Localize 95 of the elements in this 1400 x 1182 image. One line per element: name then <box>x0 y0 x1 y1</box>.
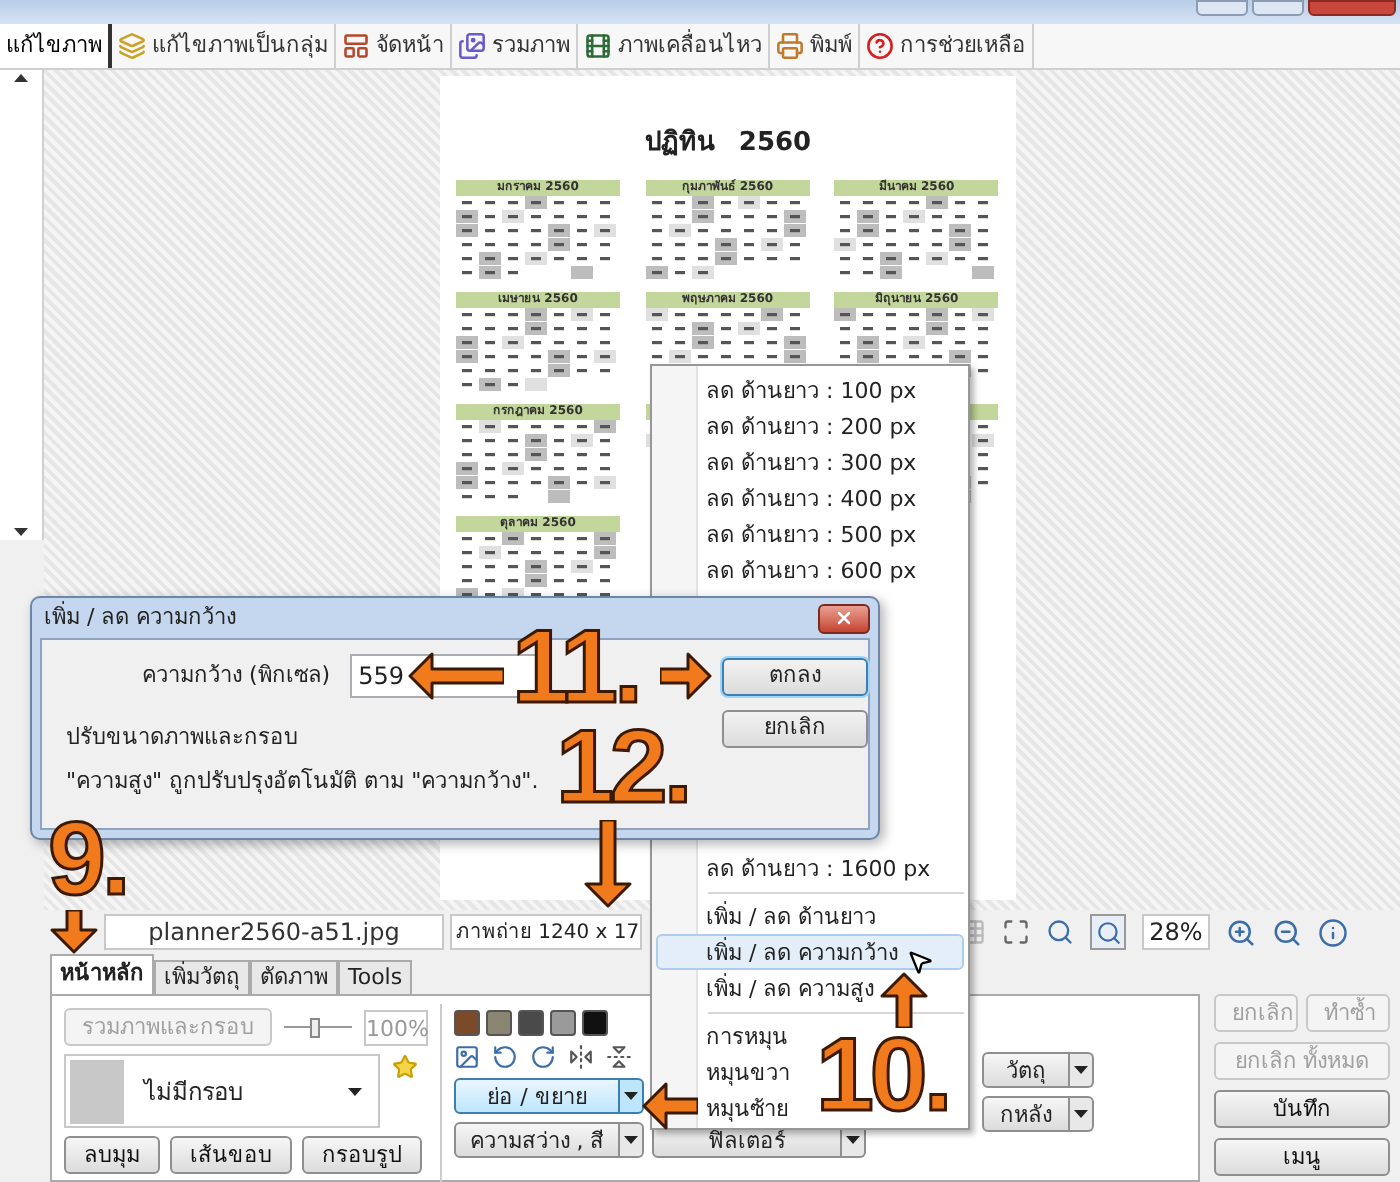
menu-item[interactable]: หมุนซ้าย <box>700 1090 790 1126</box>
help-icon <box>866 32 894 60</box>
menu-item[interactable]: เพิ่ม / ลด ความกว้าง <box>656 934 964 970</box>
menu-item[interactable]: เพิ่ม / ลด ด้านยาว <box>700 898 879 934</box>
brightness-button[interactable]: ความสว่าง , สี <box>454 1122 620 1158</box>
arrow <box>642 1082 698 1130</box>
caret-icon <box>1074 1110 1088 1118</box>
zoom-in-icon[interactable] <box>1226 917 1256 947</box>
tab[interactable]: รวมภาพ <box>452 24 578 68</box>
color-swatch[interactable] <box>550 1010 576 1036</box>
frame-thumbnail <box>70 1059 124 1123</box>
dropdown-button[interactable] <box>620 1122 644 1158</box>
menu-item[interactable]: ลด ด้านยาว : 100 px <box>700 372 919 408</box>
object-button[interactable]: วัตถุ <box>982 1052 1070 1088</box>
slider-thumb[interactable] <box>310 1017 321 1037</box>
color-swatch[interactable] <box>518 1010 544 1036</box>
zoom-out-icon[interactable] <box>1272 917 1302 947</box>
filename-field: planner2560-a51.jpg <box>104 914 444 950</box>
image-info: ภาพถ่าย 1240 x 17 <box>450 914 642 950</box>
zoom-field[interactable]: 28% <box>1142 914 1210 950</box>
dialog-note: "ความสูง" ถูกปรับปรุงอัตโนมัติ ตาม "ความกว้าง". <box>66 765 539 798</box>
info-icon[interactable] <box>1318 917 1348 947</box>
calendar-year: 2560 <box>738 126 812 162</box>
step-number: 10. <box>816 1024 949 1128</box>
action-button[interactable]: บันทึก <box>1214 1090 1390 1128</box>
menu-item[interactable]: ลด ด้านยาว : 1600 px <box>700 850 933 886</box>
dialog-title: เพิ่ม / ลด ความกว้าง <box>44 601 237 634</box>
tab[interactable]: ภาพเคลื่อนไหว <box>578 24 770 68</box>
frame-option-button[interactable]: ลบมุม <box>64 1136 160 1174</box>
flip-vertical-icon[interactable] <box>606 1044 632 1070</box>
frame-name: ไม่มีกรอบ <box>144 1075 246 1109</box>
caret-icon <box>624 1092 638 1100</box>
tab[interactable]: ตัดภาพ <box>250 960 338 994</box>
image-icon[interactable] <box>454 1044 480 1070</box>
mouse-cursor-icon <box>906 948 934 976</box>
dropdown-button[interactable] <box>1070 1096 1094 1132</box>
zoom-fit-button[interactable] <box>1090 914 1126 950</box>
menu-item[interactable]: การหมุน <box>700 1018 790 1054</box>
opacity-slider[interactable] <box>284 1017 352 1037</box>
step-number: 12. <box>556 716 689 820</box>
scroll-up-icon[interactable] <box>14 74 28 82</box>
flip-horizontal-icon[interactable] <box>568 1044 594 1070</box>
dropdown-button[interactable] <box>1070 1052 1094 1088</box>
caret-icon <box>624 1136 638 1144</box>
tab[interactable]: เพิ่มวัตถุ <box>154 960 250 994</box>
caret-icon <box>348 1087 362 1095</box>
background-button[interactable]: กหลัง <box>982 1096 1070 1132</box>
tab[interactable]: แก้ไขภาพ <box>0 24 112 68</box>
menu-item[interactable]: ลด ด้านยาว : 500 px <box>700 516 919 552</box>
arrow <box>408 652 504 700</box>
arrow <box>880 972 928 1028</box>
section-heading: ปรับขนาดภาพและกรอบ <box>66 722 298 754</box>
width-label: ความกว้าง (พิกเซล) <box>142 659 331 692</box>
tab[interactable]: แก้ไขภาพเป็นกลุ่ม <box>112 24 336 68</box>
rotate-left-icon[interactable] <box>492 1044 518 1070</box>
color-swatch[interactable] <box>582 1010 608 1036</box>
layers-icon <box>118 32 146 60</box>
caret-icon <box>846 1136 860 1144</box>
tab[interactable]: จัดหน้า <box>336 24 452 68</box>
menu-item[interactable]: ลด ด้านยาว : 400 px <box>700 480 919 516</box>
frame-dropdown[interactable]: ไม่มีกรอบ <box>64 1054 380 1128</box>
star-icon[interactable] <box>392 1054 418 1080</box>
tab[interactable]: พิมพ์ <box>770 24 860 68</box>
frame-option-button[interactable]: กรอบรูป <box>302 1136 422 1174</box>
resize-button[interactable]: ย่อ / ขยาย <box>454 1078 620 1114</box>
close-button[interactable] <box>818 603 870 633</box>
tab[interactable]: หน้าหลัก <box>50 954 154 994</box>
layout-icon <box>342 32 370 60</box>
menu-item[interactable]: หมุนขวา <box>700 1054 792 1090</box>
ok-button[interactable]: ตกลง <box>722 658 868 696</box>
fit-screen-icon[interactable] <box>1002 918 1030 946</box>
rotate-right-icon[interactable] <box>530 1044 556 1070</box>
zoom-actual-icon[interactable] <box>1046 918 1074 946</box>
menu-item[interactable]: ลด ด้านยาว : 600 px <box>700 552 919 588</box>
menu-item[interactable]: เพิ่ม / ลด ความสูง <box>700 970 877 1006</box>
color-swatch[interactable] <box>454 1010 480 1036</box>
menu-item[interactable]: ลด ด้านยาว : 200 px <box>700 408 919 444</box>
printer-icon <box>776 32 804 60</box>
tab[interactable]: Tools <box>338 960 413 994</box>
color-swatch[interactable] <box>486 1010 512 1036</box>
images-icon <box>458 32 486 60</box>
close-icon <box>834 608 854 628</box>
arrow <box>660 652 712 700</box>
menu-item[interactable]: ลด ด้านยาว : 300 px <box>700 444 919 480</box>
calendar-title: ปฏิทิน <box>644 126 715 162</box>
action-button[interactable]: เมนู <box>1214 1138 1390 1176</box>
frame-option-button[interactable]: เส้นขอบ <box>170 1136 292 1174</box>
tab[interactable]: การช่วยเหลือ <box>860 24 1034 68</box>
arrow <box>50 910 98 954</box>
scroll-down-icon[interactable] <box>14 528 28 536</box>
dropdown-button[interactable] <box>620 1078 644 1114</box>
film-icon <box>584 32 612 60</box>
arrow <box>584 820 632 908</box>
caret-icon <box>1074 1066 1088 1074</box>
cancel-button[interactable]: ยกเลิก <box>722 710 868 748</box>
